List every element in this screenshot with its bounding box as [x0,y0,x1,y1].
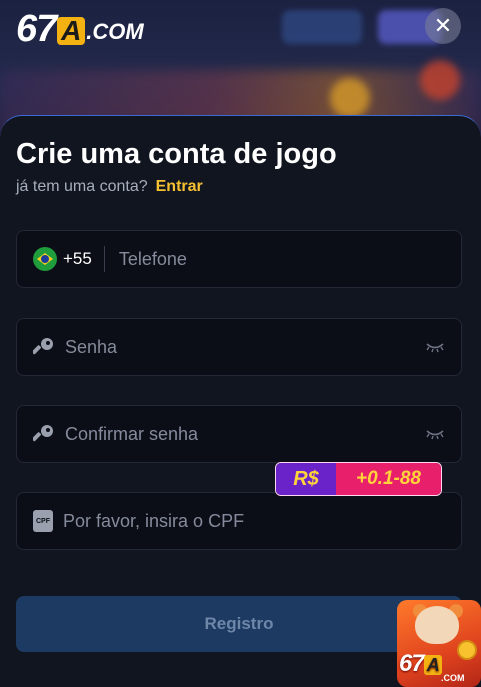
phone-field[interactable]: +55 Telefone [16,230,462,288]
eye-closed-icon[interactable] [425,339,445,353]
password-field[interactable]: Senha [16,318,462,376]
cpf-field[interactable]: CPF Por favor, insira o CPF [16,492,462,550]
bonus-currency: R$ [276,463,336,495]
divider [103,246,105,272]
logo-suffix: .COM [86,19,144,44]
logo-number: 67 [16,8,57,50]
login-prompt-text: já tem uma conta? [16,178,148,195]
background-coin-blur [330,78,370,118]
brazil-flag-icon [33,247,57,271]
cpf-input[interactable]: Por favor, insira o CPF [63,511,244,532]
login-link[interactable]: Entrar [156,178,203,195]
eye-closed-icon[interactable] [425,426,445,440]
login-prompt: já tem uma conta? Entrar [16,178,203,196]
close-button[interactable]: ✕ [425,8,461,44]
confirm-password-field[interactable]: Confirmar senha [16,405,462,463]
mascot-logo-number: 67 [399,650,425,677]
tiger-mascot-icon [415,606,459,644]
close-icon: ✕ [433,13,453,38]
bonus-badge: R$ +0.1-88 [275,462,442,496]
logo-letter: A [57,17,86,45]
background-coin-blur [420,60,460,100]
password-input[interactable]: Senha [65,337,117,358]
coin-icon [457,640,477,660]
cpf-card-icon: CPF [33,510,53,532]
country-code-selector[interactable]: +55 [63,249,92,269]
key-icon [33,338,53,355]
phone-input[interactable]: Telefone [119,249,187,270]
page-title: Crie uma conta de jogo [16,138,337,170]
mascot-promo-button[interactable]: 67 A .COM [397,600,481,687]
site-logo[interactable]: 67 A .COM [16,8,144,48]
background-button-blur [282,10,362,44]
bonus-amount: +0.1-88 [336,463,441,495]
confirm-password-input[interactable]: Confirmar senha [65,424,198,445]
key-icon [33,425,53,442]
mascot-logo-suffix: .COM [441,673,465,683]
cpf-icon-label: CPF [36,517,50,525]
mascot-logo: 67 A [399,650,442,678]
mascot-logo-letter: A [423,655,442,675]
register-button[interactable]: Registro [16,596,462,652]
